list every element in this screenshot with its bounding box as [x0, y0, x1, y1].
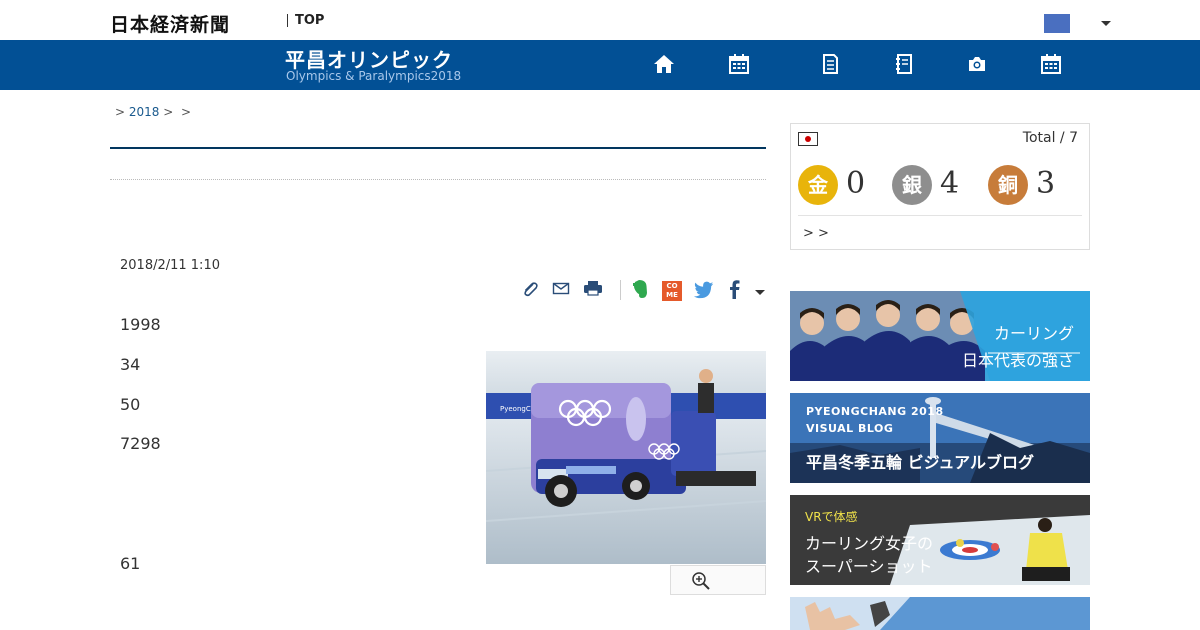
vr-banner-line1: VRで体感	[805, 510, 858, 524]
curling-banner-line2: 日本代表の強さ	[961, 351, 1074, 370]
medal-table: Total / 7 金 0 銀 4 銅 3 > >	[790, 123, 1090, 250]
olympics-nav-bar: 平昌オリンピック Olympics & Paralympics2018	[0, 40, 1200, 90]
article-paragraph: 1998	[120, 315, 161, 334]
facebook-icon[interactable]	[725, 278, 745, 300]
clip-icon[interactable]	[520, 278, 540, 300]
bronze-medal-icon: 銅	[988, 165, 1028, 205]
medal-total: Total / 7	[1022, 130, 1078, 146]
breadcrumb: > 2018 > >	[115, 105, 191, 119]
medal-more-link[interactable]: > >	[803, 226, 829, 241]
divider	[110, 179, 766, 180]
article-date: 2018/2/11 1:10	[120, 258, 220, 273]
top-link[interactable]: TOP	[287, 14, 324, 27]
section-subtitle: Olympics & Paralympics2018	[286, 69, 462, 83]
article-paragraph: 50	[120, 395, 141, 414]
japan-flag-icon	[798, 132, 818, 146]
notebook-icon[interactable]	[892, 52, 916, 76]
camera-icon[interactable]	[965, 52, 989, 76]
silver-medal-count: 4	[940, 166, 960, 201]
silver-medal-icon: 銀	[892, 165, 932, 205]
vr-curling-banner[interactable]: VRで体感 カーリング女子の スーパーショット	[790, 495, 1090, 585]
chevron-down-icon[interactable]	[1101, 21, 1111, 26]
twitter-icon[interactable]	[693, 278, 715, 300]
share-more-chevron-icon[interactable]	[755, 290, 765, 295]
vr-banner-line2: カーリング女子の	[805, 534, 934, 553]
document-icon[interactable]	[818, 52, 842, 76]
medal-divider	[798, 215, 1082, 216]
breadcrumb-separator: >	[163, 105, 174, 119]
zoom-button[interactable]	[670, 565, 766, 595]
zoom-in-icon	[692, 572, 710, 590]
visual-blog-line1: PYEONGCHANG 2018	[806, 405, 944, 418]
title-underline	[110, 147, 766, 149]
top-bar: 日本経済新聞 TOP	[0, 0, 1200, 40]
come-button[interactable]: CO ME	[662, 281, 682, 301]
bronze-medal-count: 3	[1036, 166, 1056, 201]
share-divider	[620, 280, 621, 300]
curling-banner[interactable]: カーリング 日本代表の強さ	[790, 291, 1090, 381]
article-paragraph: 34	[120, 355, 141, 374]
visual-blog-line3: 平昌冬季五輪 ビジュアルブログ	[806, 453, 1034, 472]
figure-skating-image	[790, 597, 1090, 630]
article-photo[interactable]: PyeongChang 2018	[486, 351, 766, 564]
breadcrumb-separator: >	[115, 105, 126, 119]
article-paragraph: 7298	[120, 434, 161, 453]
calendar-icon[interactable]	[727, 52, 751, 76]
visual-blog-banner[interactable]: PYEONGCHANG 2018 VISUAL BLOG 平昌冬季五輪 ビジュア…	[790, 393, 1090, 483]
home-icon[interactable]	[652, 52, 676, 76]
evernote-icon[interactable]	[630, 278, 650, 300]
schedule-icon[interactable]	[1039, 52, 1063, 76]
user-menu-button[interactable]	[1044, 14, 1070, 33]
print-icon[interactable]	[583, 278, 603, 300]
breadcrumb-separator: >	[180, 105, 192, 119]
figure-skating-banner[interactable]	[790, 597, 1090, 630]
come-label: CO ME	[666, 282, 678, 299]
article-paragraph: 61	[120, 554, 141, 573]
nikkei-logo[interactable]: 日本経済新聞	[110, 10, 230, 37]
visual-blog-line2: VISUAL BLOG	[806, 422, 894, 435]
gold-medal-icon: 金	[798, 165, 838, 205]
vr-banner-line3: スーパーショット	[805, 557, 933, 576]
ice-resurfacer-image: PyeongChang 2018	[486, 351, 766, 564]
curling-banner-line1: カーリング	[993, 324, 1074, 343]
mail-icon[interactable]	[551, 278, 571, 300]
gold-medal-count: 0	[846, 166, 866, 201]
breadcrumb-link-2018[interactable]: 2018	[129, 105, 160, 119]
